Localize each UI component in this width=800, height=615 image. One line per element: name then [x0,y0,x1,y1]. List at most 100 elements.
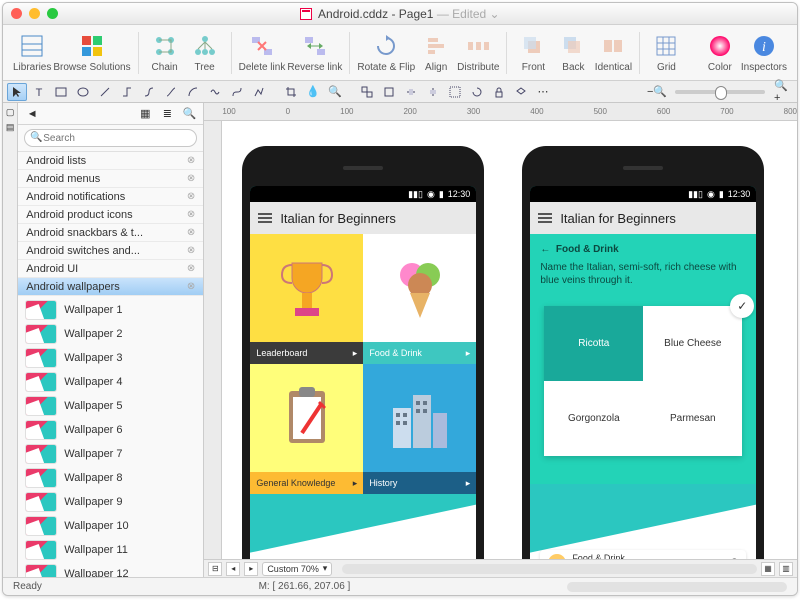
page-config-1[interactable]: ▦ [761,562,775,576]
library-item[interactable]: Wallpaper 3 [18,346,203,370]
close-icon[interactable]: ⊗ [187,242,195,260]
libraries-button[interactable]: Libraries [13,33,51,73]
page-config-2[interactable]: ▥ [779,562,793,576]
search-field[interactable]: 🔍 [18,125,203,152]
status-bar: Ready M: [ 261.66, 207.06 ] [3,577,797,595]
library-item[interactable]: Wallpaper 11 [18,538,203,562]
title-page: Page1 [399,7,434,21]
front-button[interactable]: Front [514,33,552,73]
more-tool[interactable]: ⋯ [533,83,553,101]
spline-tool[interactable] [205,83,225,101]
category-item[interactable]: Android snackbars & t...⊗ [18,224,203,242]
close-icon[interactable]: ⊗ [187,188,195,206]
category-item[interactable]: Android wallpapers⊗ [18,278,203,296]
page-prev-button[interactable]: ⊟ [208,562,222,576]
text-tool[interactable]: T [29,83,49,101]
library-item[interactable]: Wallpaper 10 [18,514,203,538]
sidebar-grid-view[interactable]: ▦ [137,106,153,122]
color-button[interactable]: Color [701,33,739,73]
sidebar-list-view[interactable]: ≣ [159,106,175,122]
library-item[interactable]: Wallpaper 5 [18,394,203,418]
group-tool-2[interactable] [379,83,399,101]
zoom-in-button[interactable]: 🔍+ [773,83,793,101]
panel-toggle-1[interactable]: ▢ [6,107,15,118]
group-tool-1[interactable] [357,83,377,101]
close-icon[interactable]: ⊗ [187,260,195,278]
line-tool[interactable] [95,83,115,101]
status-scrollbar[interactable] [567,582,787,592]
polyline-tool[interactable] [249,83,269,101]
library-item[interactable]: Wallpaper 7 [18,442,203,466]
align-tool-1[interactable] [401,83,421,101]
library-item[interactable]: Wallpaper 8 [18,466,203,490]
rotate-tool[interactable] [467,83,487,101]
zoom-tool[interactable]: 🔍 [325,83,345,101]
phone-mockup-1[interactable]: ▮▮▯ ◉ ▮ 12:30 Italian for Beginners [242,146,484,559]
rect-tool[interactable] [51,83,71,101]
sidebar-back-button[interactable]: ◄ [24,106,40,122]
title-state: Edited [452,7,486,21]
zoom-slider[interactable] [675,90,765,94]
category-item[interactable]: Android menus⊗ [18,170,203,188]
wallpaper-thumb-icon [26,325,56,343]
panel-toggle-2[interactable]: ▤ [6,122,15,133]
library-item[interactable]: Wallpaper 1 [18,298,203,322]
browse-solutions-button[interactable]: Browse Solutions [53,33,130,73]
category-item[interactable]: Android lists⊗ [18,152,203,170]
progress-score: 0 [731,555,739,559]
close-icon[interactable]: ⊗ [187,206,195,224]
hscrollbar[interactable] [342,564,757,574]
wallpaper-thumb-icon [26,565,56,577]
chain-button[interactable]: Chain [146,33,184,73]
search-input[interactable] [24,129,197,147]
align-tool-2[interactable] [423,83,443,101]
tree-button[interactable]: Tree [186,33,224,73]
status-ready: Ready [13,581,42,592]
connector-tool-3[interactable] [161,83,181,101]
category-item[interactable]: Android product icons⊗ [18,206,203,224]
pointer-tool[interactable] [7,83,27,101]
close-icon[interactable]: ⊗ [187,278,195,296]
identical-button[interactable]: Identical [594,33,632,73]
crop-tool[interactable] [281,83,301,101]
arc-tool[interactable] [183,83,203,101]
ellipse-tool[interactable] [73,83,93,101]
main-toolbar: Libraries Browse Solutions Chain Tree De… [3,25,797,81]
grid-button[interactable]: Grid [647,33,685,73]
title-chevron-icon[interactable]: ⌄ [490,7,500,21]
canvas[interactable]: ▮▮▯ ◉ ▮ 12:30 Italian for Beginners [222,121,797,559]
category-item[interactable]: Android UI⊗ [18,260,203,278]
sidebar-search-toggle[interactable]: 🔍 [181,106,197,122]
delete-link-button[interactable]: Delete link [239,33,286,73]
category-item[interactable]: Android notifications⊗ [18,188,203,206]
reverse-link-button[interactable]: Reverse link [287,33,342,73]
scroll-left-button[interactable]: ◂ [226,562,240,576]
category-item[interactable]: Android switches and...⊗ [18,242,203,260]
library-item[interactable]: Wallpaper 12 [18,562,203,577]
snap-tool[interactable] [445,83,465,101]
document-icon [300,8,312,20]
inspectors-button[interactable]: iInspectors [741,33,787,73]
library-item[interactable]: Wallpaper 6 [18,418,203,442]
back-button[interactable]: Back [554,33,592,73]
distribute-button[interactable]: Distribute [457,33,499,73]
connector-tool-2[interactable] [139,83,159,101]
close-icon[interactable]: ⊗ [187,170,195,188]
layers-tool[interactable] [511,83,531,101]
eyedropper-tool[interactable]: 💧 [303,83,323,101]
library-item[interactable]: Wallpaper 4 [18,370,203,394]
close-icon[interactable]: ⊗ [187,152,195,170]
bezier-tool[interactable] [227,83,247,101]
rotate-flip-button[interactable]: Rotate & Flip [357,33,415,73]
library-item[interactable]: Wallpaper 9 [18,490,203,514]
library-item[interactable]: Wallpaper 2 [18,322,203,346]
phone-mockup-2[interactable]: ▮▮▯ ◉ ▮ 12:30 Italian for Beginners ← Fo… [522,146,764,559]
wallpaper-thumb-icon [26,541,56,559]
zoom-select[interactable]: Custom 70%▾ [262,562,332,576]
lock-tool[interactable] [489,83,509,101]
connector-tool-1[interactable] [117,83,137,101]
close-icon[interactable]: ⊗ [187,224,195,242]
zoom-out-button[interactable]: −🔍 [647,83,667,101]
scroll-right-button[interactable]: ▸ [244,562,258,576]
align-button[interactable]: Align [417,33,455,73]
